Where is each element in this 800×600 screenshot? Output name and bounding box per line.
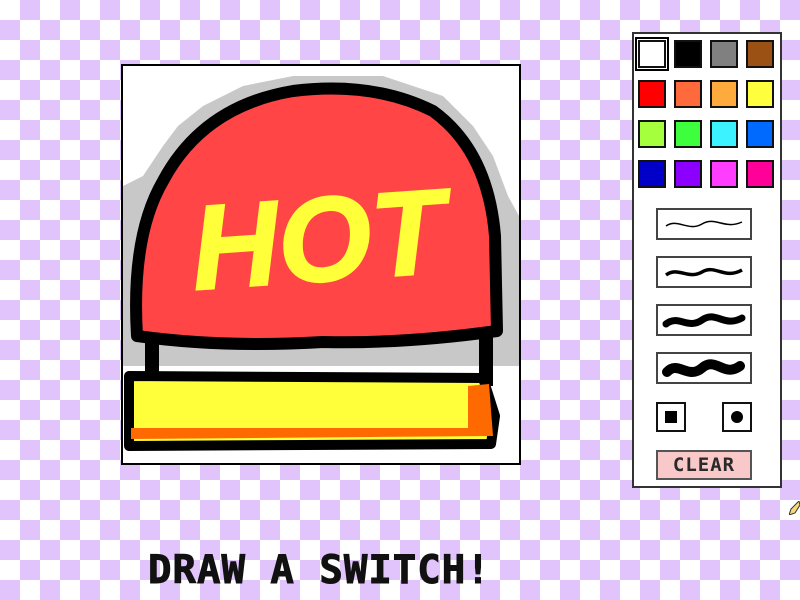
clear-button[interactable]: CLEAR [656, 450, 752, 480]
round-brush-button[interactable] [722, 402, 752, 432]
color-swatch[interactable] [638, 120, 666, 148]
brush-thick[interactable] [656, 304, 752, 336]
brush-medium[interactable] [656, 256, 752, 288]
drawing-art: HOT [123, 66, 519, 451]
round-brush-icon [731, 411, 743, 423]
color-swatch[interactable] [638, 160, 666, 188]
pencil-cursor-icon [788, 500, 800, 516]
color-swatch[interactable] [746, 40, 774, 68]
square-brush-icon [665, 411, 677, 423]
color-swatch[interactable] [674, 80, 702, 108]
color-swatch[interactable] [710, 80, 738, 108]
color-swatch[interactable] [674, 40, 702, 68]
color-swatch[interactable] [710, 160, 738, 188]
dome-label: HOT [187, 164, 458, 316]
color-swatch[interactable] [710, 120, 738, 148]
color-swatch[interactable] [674, 120, 702, 148]
drawing-canvas[interactable]: HOT [121, 64, 521, 465]
brush-extra-thick[interactable] [656, 352, 752, 384]
color-swatch[interactable] [746, 80, 774, 108]
drawing-prompt: DRAW A SWITCH! [148, 548, 491, 594]
color-swatch[interactable] [746, 120, 774, 148]
color-swatch[interactable] [710, 40, 738, 68]
square-brush-button[interactable] [656, 402, 686, 432]
brush-thin[interactable] [656, 208, 752, 240]
color-swatch[interactable] [638, 80, 666, 108]
color-swatch[interactable] [746, 160, 774, 188]
tool-panel: CLEAR [632, 32, 782, 488]
color-swatch[interactable] [635, 37, 669, 71]
color-swatch[interactable] [674, 160, 702, 188]
